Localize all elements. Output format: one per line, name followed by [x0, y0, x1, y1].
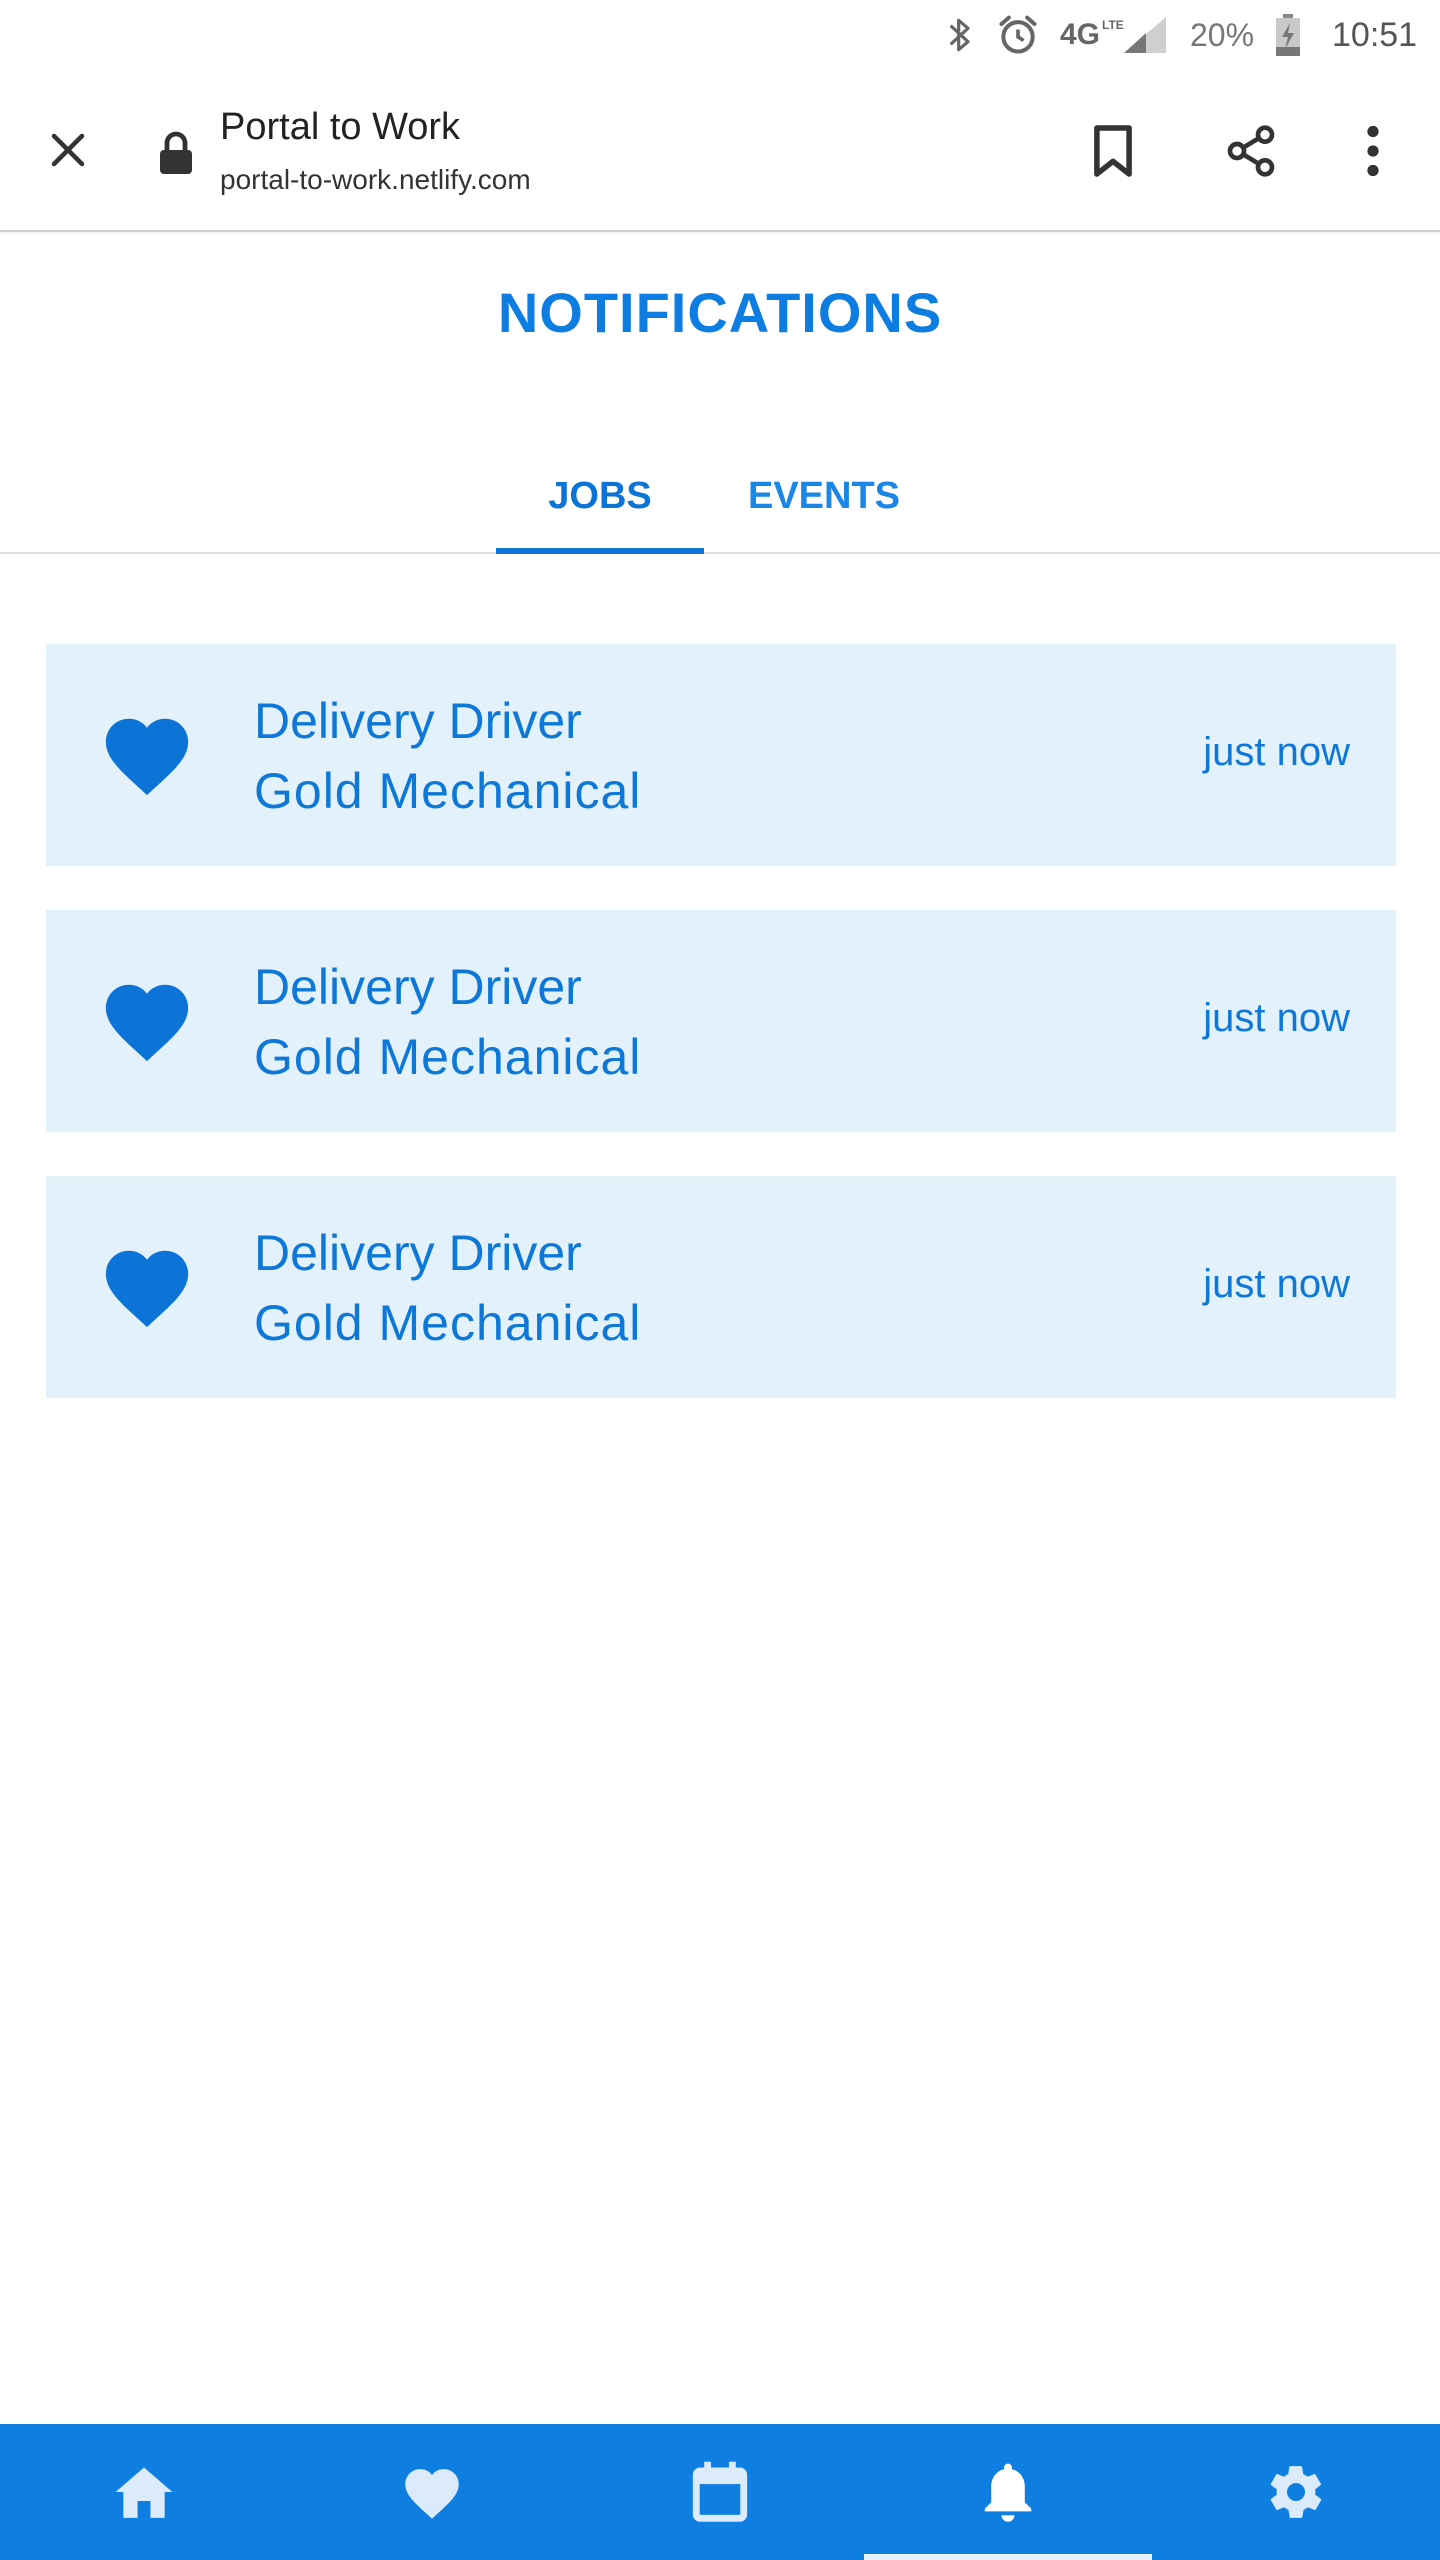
heart-icon: [100, 976, 194, 1064]
address-url[interactable]: portal-to-work.netlify.com: [220, 164, 531, 196]
battery-charging-icon: [1274, 0, 1302, 70]
notification-time: just now: [1203, 996, 1350, 1040]
notification-company: Gold Mechanical: [254, 763, 642, 819]
notification-list: Delivery Driver Gold Mechanical just now…: [46, 644, 1396, 1442]
notification-job-title: Delivery Driver: [254, 959, 582, 1015]
page-title: NOTIFICATIONS: [497, 281, 943, 344]
nav-settings[interactable]: [1152, 2424, 1440, 2560]
share-icon[interactable]: [1216, 116, 1286, 186]
more-options-icon[interactable]: [1338, 116, 1408, 186]
home-icon: [115, 2467, 173, 2518]
bell-icon: [984, 2463, 1032, 2522]
signal-strength-icon: [1122, 0, 1168, 70]
nav-calendar[interactable]: [576, 2424, 864, 2560]
nav-favorites[interactable]: [288, 2424, 576, 2560]
notification-company: Gold Mechanical: [254, 1029, 642, 1085]
bookmark-icon[interactable]: [1078, 116, 1148, 186]
tab-bar: JOBS EVENTS: [0, 440, 1440, 554]
active-nav-indicator: [864, 2554, 1152, 2560]
browser-toolbar: Portal to Work portal-to-work.netlify.co…: [0, 70, 1440, 232]
page-tab-title: Portal to Work: [220, 106, 461, 148]
notification-card[interactable]: Delivery Driver Gold Mechanical just now: [46, 1176, 1396, 1398]
calendar-icon: [692, 2461, 748, 2522]
active-tab-indicator: [496, 548, 704, 554]
notification-card[interactable]: Delivery Driver Gold Mechanical just now: [46, 910, 1396, 1132]
heart-icon: [100, 1242, 194, 1330]
battery-percent: 20%: [1190, 16, 1255, 53]
network-type: 4G LTE: [1060, 18, 1124, 51]
notification-job-title: Delivery Driver: [254, 1225, 582, 1281]
lock-icon: [158, 130, 198, 180]
status-bar: 4G LTE 20% 10:51: [0, 0, 1440, 70]
nav-notifications[interactable]: [864, 2424, 1152, 2560]
notification-job-title: Delivery Driver: [254, 693, 582, 749]
clock-time: 10:51: [1332, 15, 1418, 54]
bottom-navigation: [0, 2424, 1440, 2560]
heart-icon: [100, 710, 194, 798]
notification-time: just now: [1203, 730, 1350, 774]
tab-jobs[interactable]: JOBS: [496, 440, 704, 552]
nav-home[interactable]: [0, 2424, 288, 2560]
heart-icon: [405, 2469, 459, 2519]
bluetooth-icon: [944, 0, 976, 70]
gear-icon: [1270, 2466, 1322, 2518]
tab-events[interactable]: EVENTS: [722, 440, 926, 552]
alarm-clock-icon: [996, 0, 1040, 70]
notification-company: Gold Mechanical: [254, 1295, 642, 1351]
notification-time: just now: [1203, 1262, 1350, 1306]
close-icon[interactable]: [36, 118, 100, 182]
notification-card[interactable]: Delivery Driver Gold Mechanical just now: [46, 644, 1396, 866]
